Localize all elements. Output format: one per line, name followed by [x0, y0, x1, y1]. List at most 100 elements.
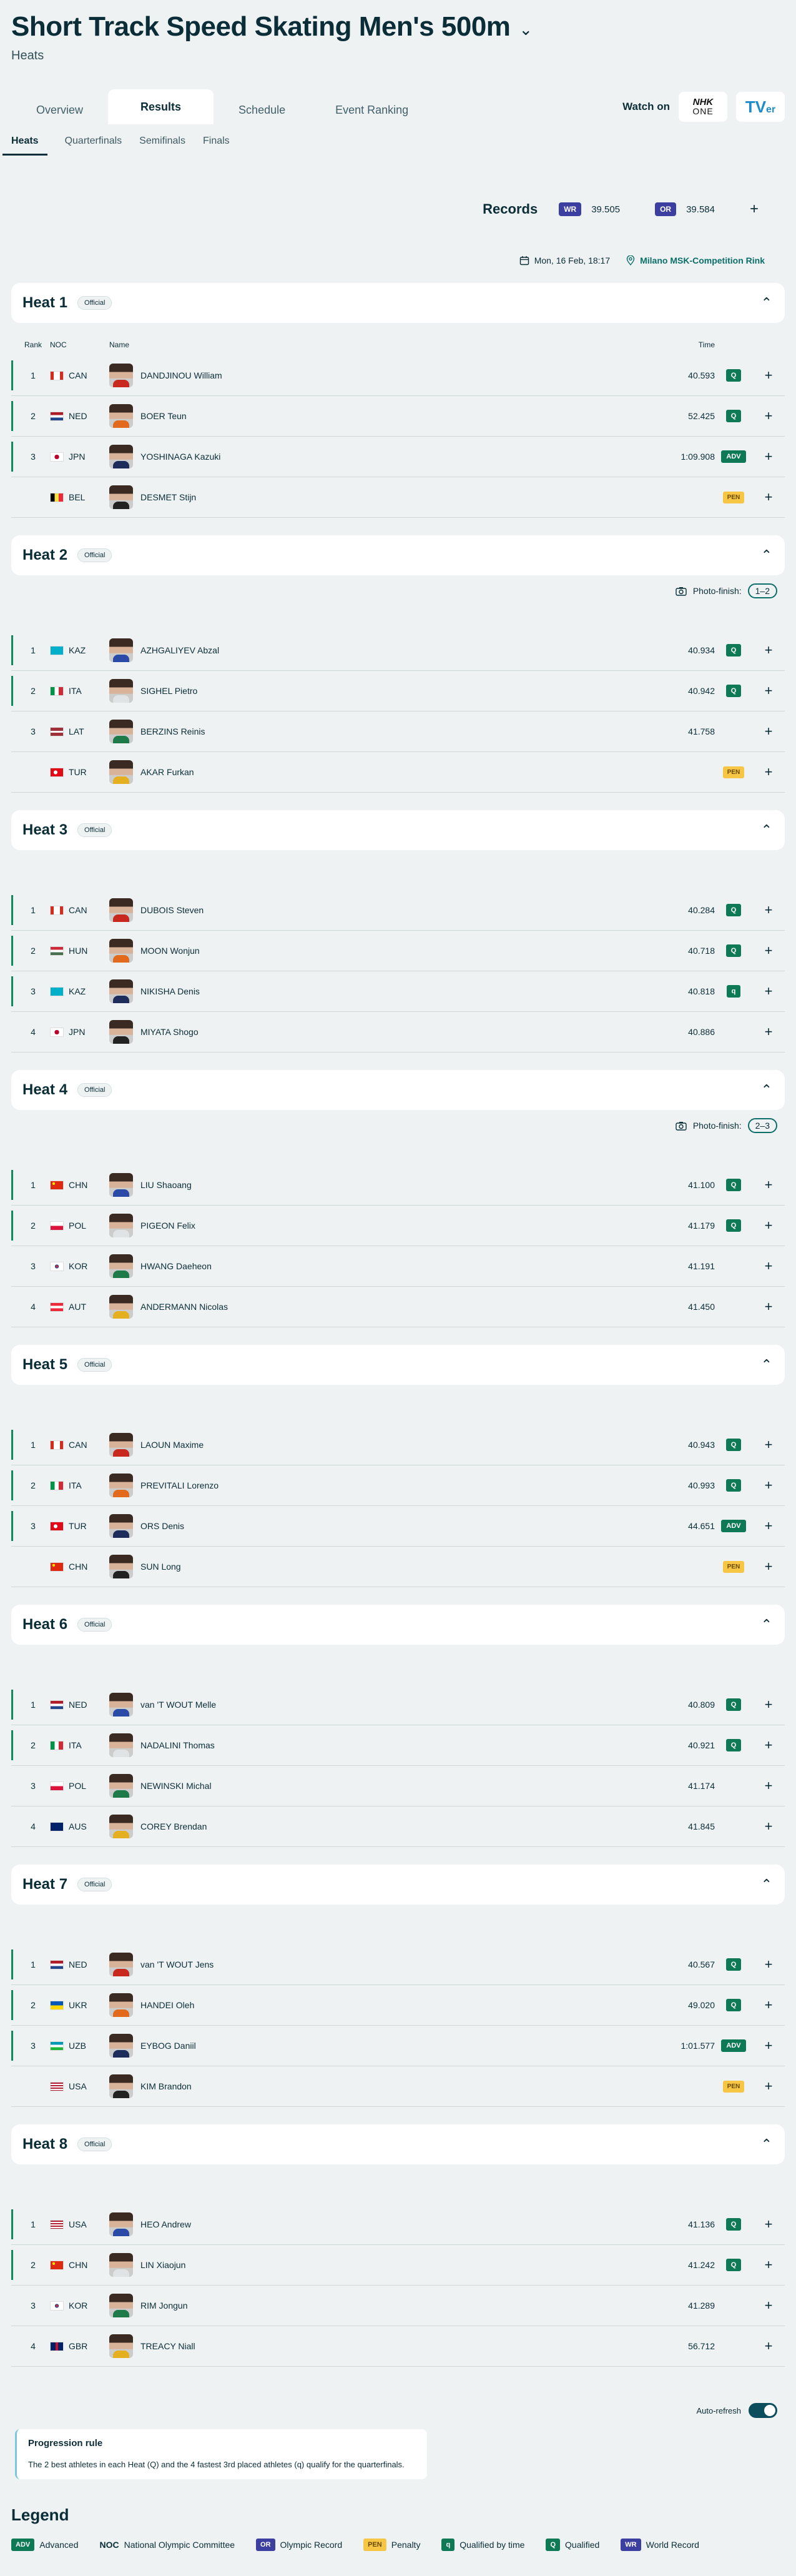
- chevron-up-icon[interactable]: ⌃: [761, 547, 772, 563]
- chevron-down-icon[interactable]: ⌄: [519, 20, 533, 39]
- expand-row-icon[interactable]: +: [752, 1558, 785, 1575]
- athlete-name[interactable]: ANDERMANN Nicolas: [140, 1302, 228, 1312]
- table-row[interactable]: 3 UZB EYBOG Daniil 1:01.577 ADV +: [11, 2026, 785, 2066]
- table-row[interactable]: 1 CHN LIU Shaoang 41.100 Q +: [11, 1165, 785, 1206]
- records-expand-icon[interactable]: +: [750, 201, 759, 218]
- expand-row-icon[interactable]: +: [752, 943, 785, 959]
- heat-header[interactable]: Heat 4 Official ⌃: [11, 1070, 785, 1110]
- heat-header[interactable]: Heat 1 Official ⌃: [11, 283, 785, 323]
- expand-row-icon[interactable]: +: [752, 1737, 785, 1753]
- athlete-name[interactable]: van 'T WOUT Melle: [140, 1700, 216, 1710]
- table-row[interactable]: 2 CHN LIN Xiaojun 41.242 Q +: [11, 2245, 785, 2286]
- table-row[interactable]: 3 KOR RIM Jongun 41.289 +: [11, 2286, 785, 2326]
- athlete-name[interactable]: HWANG Daeheon: [140, 1261, 212, 1271]
- table-row[interactable]: 2 ITA SIGHEL Pietro 40.942 Q +: [11, 671, 785, 711]
- chevron-up-icon[interactable]: ⌃: [761, 295, 772, 311]
- table-row[interactable]: 2 ITA NADALINI Thomas 40.921 Q +: [11, 1725, 785, 1766]
- athlete-name[interactable]: van 'T WOUT Jens: [140, 1959, 214, 1969]
- expand-row-icon[interactable]: +: [752, 1697, 785, 1713]
- athlete-name[interactable]: NADALINI Thomas: [140, 1740, 215, 1750]
- athlete-name[interactable]: KIM Brandon: [140, 2081, 192, 2091]
- expand-row-icon[interactable]: +: [752, 983, 785, 999]
- expand-row-icon[interactable]: +: [752, 2297, 785, 2314]
- expand-row-icon[interactable]: +: [752, 2078, 785, 2094]
- expand-row-icon[interactable]: +: [752, 1956, 785, 1973]
- table-row[interactable]: 3 LAT BERZINS Reinis 41.758 +: [11, 711, 785, 752]
- expand-row-icon[interactable]: +: [752, 367, 785, 384]
- table-row[interactable]: 1 CAN DANDJINOU William 40.593 Q +: [11, 355, 785, 396]
- table-row[interactable]: 2 UKR HANDEI Oleh 49.020 Q +: [11, 1985, 785, 2026]
- table-row[interactable]: CHN SUN Long PEN +: [11, 1547, 785, 1587]
- table-row[interactable]: 1 NED van 'T WOUT Jens 40.567 Q +: [11, 1944, 785, 1985]
- expand-row-icon[interactable]: +: [752, 2257, 785, 2273]
- athlete-name[interactable]: SIGHEL Pietro: [140, 686, 197, 696]
- athlete-name[interactable]: HEO Andrew: [140, 2219, 191, 2229]
- table-row[interactable]: 4 JPN MIYATA Shogo 40.886 +: [11, 1012, 785, 1053]
- table-row[interactable]: USA KIM Brandon PEN +: [11, 2066, 785, 2107]
- athlete-name[interactable]: BERZINS Reinis: [140, 726, 205, 736]
- expand-row-icon[interactable]: +: [752, 1217, 785, 1234]
- table-row[interactable]: 2 HUN MOON Wonjun 40.718 Q +: [11, 931, 785, 971]
- expand-row-icon[interactable]: +: [752, 1177, 785, 1193]
- expand-row-icon[interactable]: +: [752, 1477, 785, 1494]
- chevron-up-icon[interactable]: ⌃: [761, 2136, 772, 2152]
- expand-row-icon[interactable]: +: [752, 1518, 785, 1534]
- athlete-name[interactable]: PREVITALI Lorenzo: [140, 1480, 219, 1490]
- expand-row-icon[interactable]: +: [752, 408, 785, 424]
- heat-header[interactable]: Heat 3 Official ⌃: [11, 810, 785, 850]
- photo-finish-button[interactable]: 2–3: [747, 1118, 777, 1133]
- heat-header[interactable]: Heat 6 Official ⌃: [11, 1605, 785, 1645]
- table-row[interactable]: 2 POL PIGEON Felix 41.179 Q +: [11, 1206, 785, 1246]
- chevron-up-icon[interactable]: ⌃: [761, 822, 772, 838]
- athlete-name[interactable]: ORS Denis: [140, 1521, 184, 1531]
- table-row[interactable]: BEL DESMET Stijn PEN +: [11, 477, 785, 518]
- expand-row-icon[interactable]: +: [752, 1818, 785, 1835]
- table-row[interactable]: TUR AKAR Furkan PEN +: [11, 752, 785, 793]
- athlete-name[interactable]: DESMET Stijn: [140, 492, 196, 502]
- subtab-finals[interactable]: Finals: [203, 136, 230, 156]
- athlete-name[interactable]: BOER Teun: [140, 411, 187, 421]
- athlete-name[interactable]: SUN Long: [140, 1562, 181, 1572]
- expand-row-icon[interactable]: +: [752, 2338, 785, 2354]
- chevron-up-icon[interactable]: ⌃: [761, 1617, 772, 1633]
- subtab-quarterfinals[interactable]: Quarterfinals: [65, 136, 122, 156]
- heat-header[interactable]: Heat 5 Official ⌃: [11, 1345, 785, 1385]
- table-row[interactable]: 2 NED BOER Teun 52.425 Q +: [11, 396, 785, 437]
- athlete-name[interactable]: NEWINSKI Michal: [140, 1781, 212, 1791]
- expand-row-icon[interactable]: +: [752, 1778, 785, 1794]
- athlete-name[interactable]: LAOUN Maxime: [140, 1440, 204, 1450]
- expand-row-icon[interactable]: +: [752, 764, 785, 780]
- athlete-name[interactable]: LIU Shaoang: [140, 1180, 192, 1190]
- expand-row-icon[interactable]: +: [752, 1997, 785, 2013]
- athlete-name[interactable]: EYBOG Daniil: [140, 2041, 196, 2051]
- table-row[interactable]: 3 KOR HWANG Daeheon 41.191 +: [11, 1246, 785, 1287]
- tab-event-ranking[interactable]: Event Ranking: [310, 96, 433, 124]
- table-row[interactable]: 2 ITA PREVITALI Lorenzo 40.993 Q +: [11, 1465, 785, 1506]
- table-row[interactable]: 3 JPN YOSHINAGA Kazuki 1:09.908 ADV +: [11, 437, 785, 477]
- heat-header[interactable]: Heat 7 Official ⌃: [11, 1865, 785, 1905]
- table-row[interactable]: 1 CAN LAOUN Maxime 40.943 Q +: [11, 1425, 785, 1465]
- heat-header[interactable]: Heat 8 Official ⌃: [11, 2124, 785, 2164]
- athlete-name[interactable]: RIM Jongun: [140, 2301, 187, 2311]
- athlete-name[interactable]: YOSHINAGA Kazuki: [140, 452, 220, 462]
- chevron-up-icon[interactable]: ⌃: [761, 1876, 772, 1893]
- photo-finish-button[interactable]: 1–2: [747, 583, 777, 598]
- subtab-semifinals[interactable]: Semifinals: [139, 136, 185, 156]
- table-row[interactable]: 4 GBR TREACY Niall 56.712 +: [11, 2326, 785, 2367]
- athlete-name[interactable]: MOON Wonjun: [140, 946, 200, 956]
- expand-row-icon[interactable]: +: [752, 1437, 785, 1453]
- table-row[interactable]: 1 KAZ AZHGALIYEV Abzal 40.934 Q +: [11, 630, 785, 671]
- expand-row-icon[interactable]: +: [752, 723, 785, 740]
- table-row[interactable]: 3 POL NEWINSKI Michal 41.174 +: [11, 1766, 785, 1806]
- expand-row-icon[interactable]: +: [752, 902, 785, 918]
- expand-row-icon[interactable]: +: [752, 2038, 785, 2054]
- athlete-name[interactable]: TREACY Niall: [140, 2341, 195, 2351]
- expand-row-icon[interactable]: +: [752, 489, 785, 505]
- subtab-heats[interactable]: Heats: [2, 136, 47, 156]
- athlete-name[interactable]: HANDEI Oleh: [140, 2000, 194, 2010]
- expand-row-icon[interactable]: +: [752, 1258, 785, 1274]
- table-row[interactable]: 1 NED van 'T WOUT Melle 40.809 Q +: [11, 1685, 785, 1725]
- athlete-name[interactable]: NIKISHA Denis: [140, 986, 200, 996]
- expand-row-icon[interactable]: +: [752, 448, 785, 465]
- heat-header[interactable]: Heat 2 Official ⌃: [11, 535, 785, 575]
